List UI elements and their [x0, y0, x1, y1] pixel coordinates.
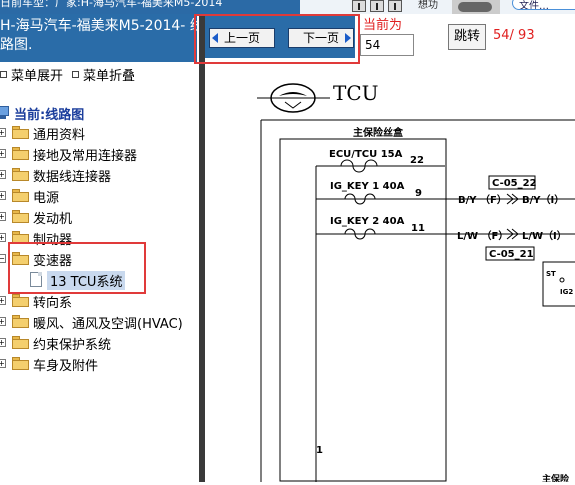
- folder-icon: [12, 168, 29, 181]
- ignition-ig2-label: IG2: [560, 288, 573, 296]
- toolbar-icon-2[interactable]: [370, 0, 384, 12]
- fuse-box-title: 主保险丝盒: [353, 126, 404, 139]
- toolbar-text: 想功: [418, 0, 438, 11]
- top-strip: 日前车型：厂家:H-海马汽车-福美来M5-2014 想功 文件…: [0, 0, 575, 14]
- tree-item-label: 接地及常用连接器: [33, 149, 138, 164]
- page-number-input[interactable]: 54: [360, 34, 414, 56]
- expand-plus-icon[interactable]: +: [0, 233, 6, 242]
- folder-icon: [12, 294, 29, 307]
- highlight-box-tree: [8, 242, 146, 294]
- tree-item-label: 暖风、通风及空调(HVAC): [33, 317, 183, 332]
- fuse-1-pin: 22: [410, 155, 424, 166]
- tree-item-label: 发动机: [33, 212, 73, 227]
- expand-plus-icon[interactable]: +: [0, 128, 6, 137]
- tree-item-label: 转向系: [33, 296, 73, 311]
- folder-icon: [12, 189, 29, 202]
- folder-icon: [12, 126, 29, 139]
- diagram-canvas: TCU 主保险丝盒 ECU/TCU 15A 22 IG_KEY 1 40A 9 …: [257, 81, 575, 485]
- expand-plus-icon[interactable]: +: [0, 338, 6, 347]
- header-line-2: 路图.: [0, 37, 33, 53]
- fuse-2-pin: 9: [415, 188, 422, 199]
- tree-item-label: 约束保护系统: [33, 338, 112, 353]
- toolbar-icon-1[interactable]: [352, 0, 366, 12]
- tree-root-label: 当前:线路图: [14, 108, 85, 123]
- highlight-box-nav: [194, 14, 360, 64]
- toolbar-icon-3[interactable]: [388, 0, 402, 12]
- bottom-pin-1: 1: [316, 445, 323, 456]
- fuse-3-pin: 11: [411, 223, 425, 234]
- expand-plus-icon[interactable]: +: [0, 191, 6, 200]
- current-model-breadcrumb: 日前车型：厂家:H-海马汽车-福美来M5-2014: [0, 0, 223, 9]
- menu-controls: 菜单展开 菜单折叠: [0, 64, 197, 84]
- fuse-3-name: IG_KEY 2 40A: [330, 216, 405, 227]
- expand-plus-icon[interactable]: +: [0, 296, 6, 305]
- tree-item-label: 车身及附件: [33, 359, 99, 374]
- car-thumbnail-icon: [452, 0, 500, 14]
- ignition-st-label: ST: [546, 270, 556, 278]
- diagram-logo-text: TCU: [333, 81, 379, 105]
- tree-item-label: 电源: [33, 191, 60, 206]
- expand-plus-icon[interactable]: +: [0, 317, 6, 326]
- tree-item-label: 数据线连接器: [33, 170, 112, 185]
- computer-icon: [0, 106, 9, 119]
- file-button[interactable]: 文件…: [512, 0, 575, 10]
- expand-icon: [0, 71, 7, 78]
- tree-item-label: 通用资料: [33, 128, 86, 143]
- expand-plus-icon[interactable]: +: [0, 170, 6, 179]
- collapse-icon: [72, 71, 79, 78]
- menu-collapse-label: 菜单折叠: [83, 69, 136, 84]
- wiring-diagram: TCU 主保险丝盒 ECU/TCU 15A 22 IG_KEY 1 40A 9 …: [205, 62, 575, 485]
- haima-logo-icon: [257, 83, 330, 113]
- bottom-fuse-label: 主保险: [542, 473, 570, 482]
- expand-plus-icon[interactable]: +: [0, 149, 6, 158]
- wire-1-left-label: B/Y （F）: [458, 193, 507, 206]
- expand-plus-icon[interactable]: +: [0, 212, 6, 221]
- folder-icon: [12, 315, 29, 328]
- folder-icon: [12, 147, 29, 160]
- connector-c05-22: C-05_22: [492, 178, 537, 189]
- wire-2-right-label: L/W（I）: [522, 229, 567, 242]
- fuse-2-name: IG_KEY 1 40A: [330, 181, 405, 192]
- page-count: 54/ 93: [493, 28, 535, 43]
- folder-icon: [12, 210, 29, 223]
- menu-collapse-button[interactable]: 菜单折叠: [72, 65, 135, 84]
- header-line-1: H-海马汽车-福美来M5-2014- 线: [0, 18, 204, 34]
- wire-2-left-label: L/W （F）: [457, 229, 508, 242]
- fuse-1-name: ECU/TCU 15A: [329, 149, 403, 160]
- connector-c05-21: C-05_21: [489, 249, 534, 260]
- menu-expand-button[interactable]: 菜单展开: [0, 65, 63, 84]
- jump-button[interactable]: 跳转: [448, 24, 486, 50]
- expand-plus-icon[interactable]: +: [0, 359, 6, 368]
- wire-1-right-label: B/Y（I）: [522, 193, 564, 206]
- collapse-minus-icon[interactable]: −: [0, 254, 6, 263]
- menu-expand-label: 菜单展开: [11, 69, 64, 84]
- folder-icon: [12, 336, 29, 349]
- left-panel-header: H-海马汽车-福美来M5-2014- 线 路图.: [0, 14, 204, 62]
- folder-icon: [12, 357, 29, 370]
- current-page-label: 当前为: [363, 18, 403, 33]
